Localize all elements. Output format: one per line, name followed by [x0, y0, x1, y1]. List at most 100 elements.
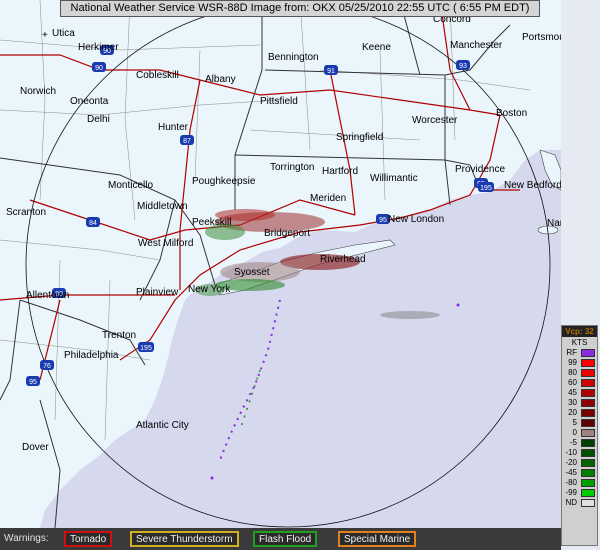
place-dover: Dover	[22, 442, 49, 453]
place-label: Torrington	[270, 162, 314, 173]
legend-entry-label: -80	[565, 478, 577, 487]
highway-shield-i195-nj: 195	[138, 342, 154, 352]
shield-label: 84	[89, 220, 97, 227]
legend-entry: 0	[562, 428, 597, 438]
place-label: Hunter	[158, 122, 189, 133]
highway-shield-i93: 93	[456, 60, 470, 70]
place-label: Riverhead	[320, 254, 366, 265]
legend-swatch	[581, 489, 595, 497]
legend-swatch	[581, 349, 595, 357]
place-label: Boston	[496, 108, 527, 119]
echo-speck	[456, 303, 460, 307]
shield-label: 95	[379, 217, 387, 224]
legend-entry-label: 20	[568, 408, 577, 417]
warning-special-marine-button[interactable]: Special Marine	[338, 531, 417, 547]
legend-entry: 80	[562, 368, 597, 378]
place-label: Herkimer	[78, 42, 119, 53]
shield-label: 91	[327, 68, 335, 75]
warning-severe-thunderstorm-button[interactable]: Severe Thunderstorm	[130, 531, 239, 547]
place-label: Providence	[455, 164, 505, 175]
place-label: Utica	[52, 28, 75, 39]
place-label: Hartford	[322, 166, 358, 177]
legend-entry-label: 0	[572, 428, 577, 437]
radar-map-canvas: 90 90 87 91 93 95 195 84 95 80 195 76 95…	[0, 0, 561, 528]
place-label: Meriden	[310, 193, 346, 204]
place-delhi: Delhi	[87, 114, 110, 125]
place-label: Monticello	[108, 180, 153, 191]
place-label: New York	[188, 284, 231, 295]
place-atlantic-city: Atlantic City	[136, 420, 189, 431]
place-label: Atlantic City	[136, 420, 189, 431]
warning-tornado-button[interactable]: Tornado	[64, 531, 113, 547]
place-label: Plainview	[136, 287, 179, 298]
place-label: West Milford	[138, 238, 193, 249]
place-label: Willimantic	[370, 173, 418, 184]
place-label: Manchester	[450, 40, 503, 51]
legend-swatch	[581, 429, 595, 437]
place-label: Philadelphia	[64, 350, 119, 361]
shield-label: 195	[480, 185, 492, 192]
legend-swatch	[581, 459, 595, 467]
place-label: Nantucket	[547, 218, 561, 229]
legend-entry-label: RF	[566, 348, 577, 357]
place-hunter: Hunter	[158, 122, 189, 133]
place-label: Poughkeepsie	[192, 176, 256, 187]
legend-entry-label: ND	[565, 498, 577, 507]
warning-flash-flood-button[interactable]: Flash Flood	[253, 531, 318, 547]
legend-entry: -80	[562, 478, 597, 488]
highway-shield-i84: 84	[86, 217, 100, 227]
highway-shield-i87: 87	[180, 135, 194, 145]
legend-swatch	[581, 409, 595, 417]
place-peekskill: Peekskill	[192, 217, 231, 228]
velocity-legend: Vcp: 32 KTS RF 99 80 60 45 30 20 5 0 -5 -10 -20 -45-…	[561, 325, 598, 546]
place-label: Delhi	[87, 114, 110, 125]
place-bennington: Bennington	[268, 52, 319, 63]
image-title: National Weather Service WSR-88D Image f…	[60, 0, 540, 17]
legend-swatch	[581, 399, 595, 407]
place-nantucket: Nantucket	[547, 218, 561, 229]
legend-entry-label: -99	[565, 488, 577, 497]
echo-cluster-offshore	[380, 311, 440, 319]
place-label: Oneonta	[70, 96, 109, 107]
place-cobleskill: Cobleskill	[136, 70, 179, 81]
shield-label: 87	[183, 138, 191, 145]
place-worcester: Worcester	[412, 115, 458, 126]
legend-entry: 5	[562, 418, 597, 428]
place-boston: Boston	[496, 108, 527, 119]
legend-entry: -99	[562, 488, 597, 498]
shield-label: 93	[459, 63, 467, 70]
legend-entry-label: 80	[568, 368, 577, 377]
place-label: Albany	[205, 74, 236, 85]
legend-entry: 30	[562, 398, 597, 408]
place-label: Allentown	[26, 290, 69, 301]
highway-shield-i195: 195	[478, 182, 494, 192]
legend-entry-label: -20	[565, 458, 577, 467]
legend-swatch	[581, 389, 595, 397]
place-riverhead: Riverhead	[320, 254, 366, 265]
place-torrington: Torrington	[270, 162, 314, 173]
legend-entry-label: -45	[565, 468, 577, 477]
legend-entry-label: 30	[568, 398, 577, 407]
place-springfield: Springfield	[336, 132, 383, 143]
place-new-london: New London	[388, 214, 444, 225]
warnings-label: Warnings:	[4, 533, 49, 544]
legend-entry: 45	[562, 388, 597, 398]
place-manchester: Manchester	[450, 40, 503, 51]
place-allentown: Allentown	[26, 290, 69, 301]
shield-label: 95	[29, 379, 37, 386]
place-label: Cobleskill	[136, 70, 179, 81]
place-marker: +	[42, 30, 48, 41]
place-label: Peekskill	[192, 217, 231, 228]
legend-swatch	[581, 449, 595, 457]
legend-entry: 20	[562, 408, 597, 418]
place-label: Norwich	[20, 86, 56, 97]
place-label: Dover	[22, 442, 49, 453]
legend-entry-label: 60	[568, 378, 577, 387]
place-scranton: Scranton	[6, 207, 46, 218]
place-label: Middletown	[137, 201, 188, 212]
shield-label: 90	[95, 65, 103, 72]
legend-swatch	[581, 439, 595, 447]
legend-vcp: Vcp: 32	[562, 326, 597, 337]
place-label: Scranton	[6, 207, 46, 218]
place-west-milford: West Milford	[138, 238, 193, 249]
